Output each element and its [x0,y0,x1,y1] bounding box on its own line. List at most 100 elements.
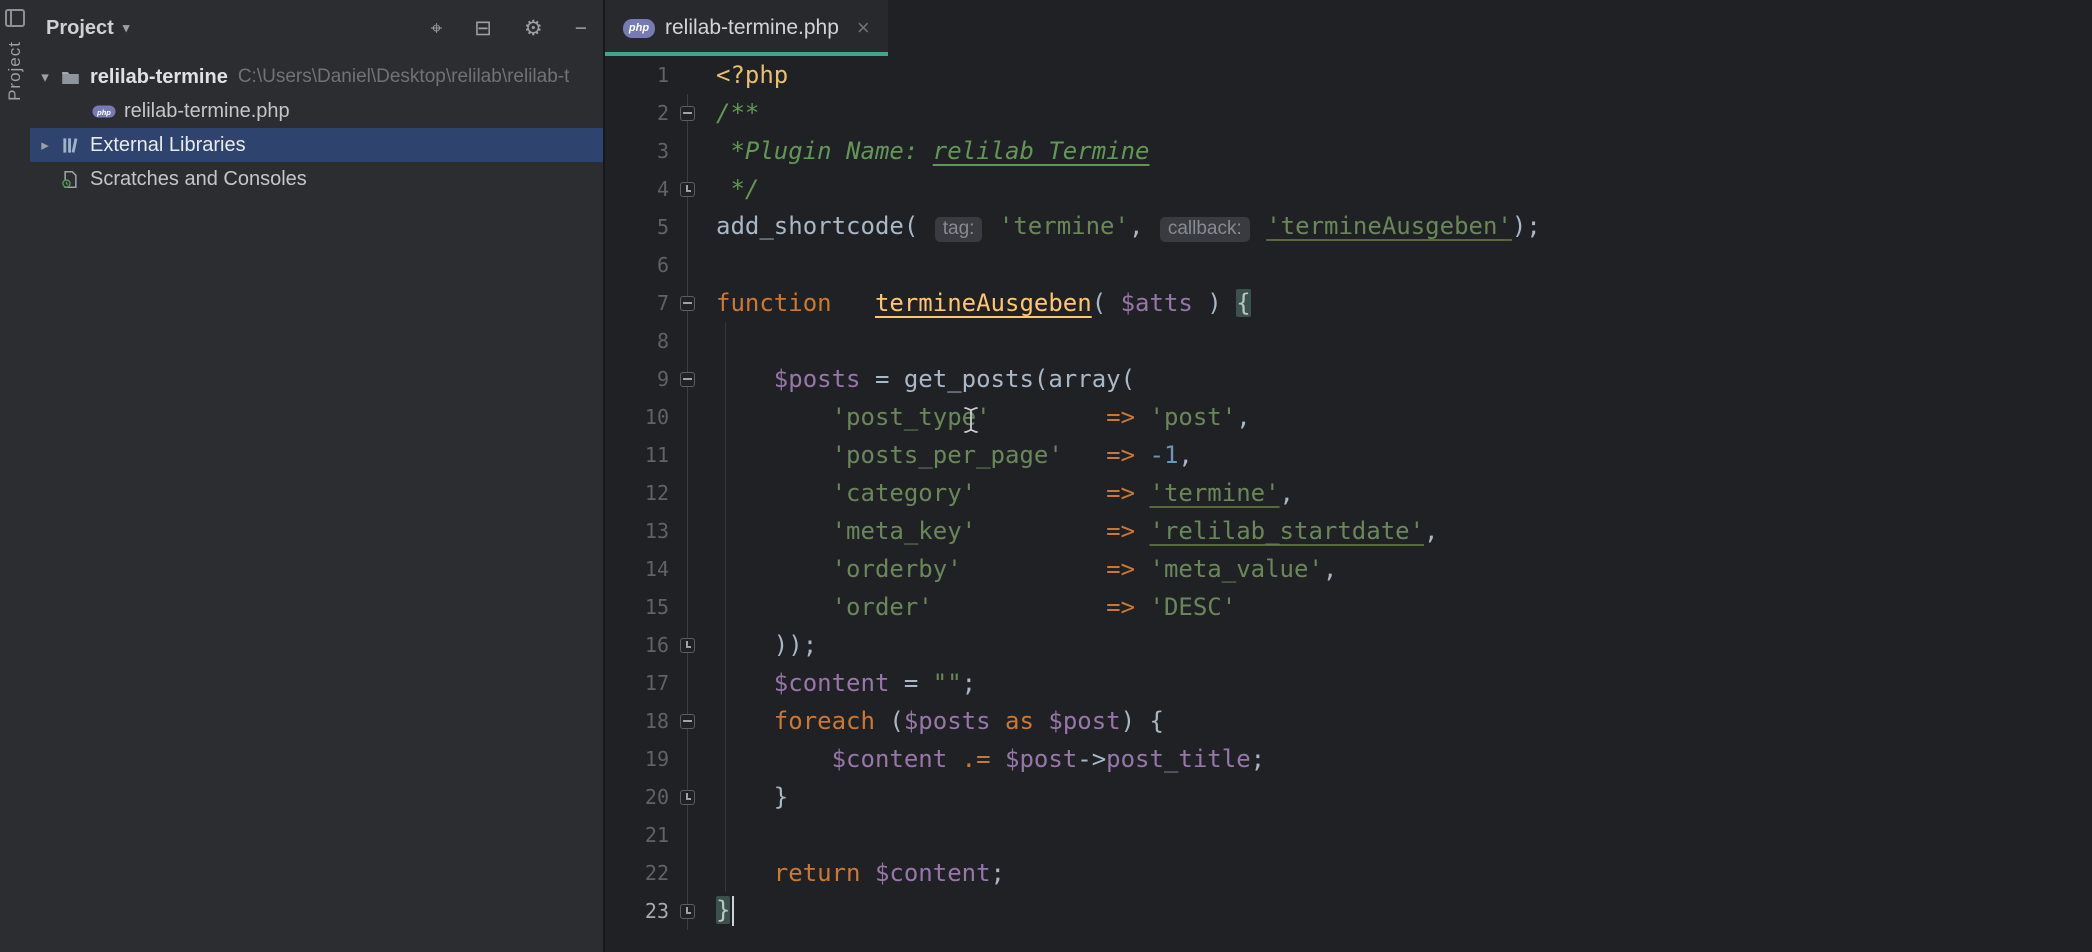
code-line-2: 2 /** [605,94,2092,132]
hide-panel-icon[interactable]: − [575,18,587,39]
line-number: 15 [605,595,669,619]
code-line-14: 14 'orderby' => 'meta_value', [605,550,2092,588]
code-line-23: 23} [605,892,2092,930]
code-line-9: 9 $posts = get_posts(array( [605,360,2092,398]
line-number: 3 [605,139,669,163]
fold-end-icon[interactable] [680,182,695,197]
collapse-all-icon[interactable]: ⊟ [474,18,492,39]
code-line-10: 10 'post_type' => 'post', [605,398,2092,436]
project-stripe-button[interactable]: Project [5,41,25,101]
code-text[interactable]: <?php [716,61,788,89]
tree-item-relilab-termine-php[interactable]: php relilab-termine.php [30,94,603,128]
code-text[interactable]: $posts = get_posts(array( [716,365,1135,393]
svg-text:php: php [96,107,111,116]
project-panel-title-label: Project [46,17,114,40]
line-number: 5 [605,215,669,239]
fold-end-icon[interactable] [680,638,695,653]
code-text[interactable]: add_shortcode( tag: 'termine', callback:… [716,212,1541,242]
code-line-12: 12 'category' => 'termine', [605,474,2092,512]
code-text[interactable]: 'meta_key' => 'relilab_startdate', [716,517,1439,545]
php-file-icon: php [623,19,655,38]
locate-icon[interactable]: ⌖ [430,18,442,39]
fold-end-icon[interactable] [680,904,695,919]
code-line-5: 5 add_shortcode( tag: 'termine', callback… [605,208,2092,246]
tree-item-external-libraries[interactable]: ▸ External Libraries [30,128,603,162]
code-line-3: 3 *Plugin Name: relilab Termine [605,132,2092,170]
code-line-13: 13 'meta_key' => 'relilab_startdate', [605,512,2092,550]
code-line-18: 18 foreach ($posts as $post) { [605,702,2092,740]
fold-collapse-icon[interactable] [680,106,695,121]
code-line-19: 19 $content .= $post->post_title; [605,740,2092,778]
project-panel: Project ▾ ⌖ ⊟ ⚙ − ▾relilab-termineC:\Users\… [30,0,605,952]
gutter-fold-column [669,714,705,729]
code-text[interactable]: /** [716,99,759,127]
library-icon [58,135,82,155]
line-number: 1 [605,63,669,87]
tree-item-label: External Libraries [90,134,246,157]
code-line-17: 17 $content = ""; [605,664,2092,702]
tool-window-stripe: Project [0,0,31,952]
code-text[interactable]: 'order' => 'DESC' [716,593,1236,621]
code-line-4: 4 */ [605,170,2092,208]
tree-item-scratches-and-consoles[interactable]: Scratches and Consoles [30,162,603,196]
chevron-down-icon[interactable]: ▾ [32,68,58,86]
code-editor[interactable]: 1 <?php 2 /** 3 *Plugin Name: relilab Termin… [605,56,2092,952]
line-number: 9 [605,367,669,391]
fold-collapse-icon[interactable] [680,296,695,311]
code-line-1: 1 <?php [605,56,2092,94]
code-text[interactable]: *Plugin Name: relilab Termine [716,137,1150,165]
code-text[interactable]: */ [716,175,759,203]
code-text[interactable]: )); [716,631,817,659]
fold-collapse-icon[interactable] [680,714,695,729]
folder-icon [58,67,82,87]
code-text[interactable]: $content .= $post->post_title; [716,745,1265,773]
tool-window-stripe-icon[interactable] [5,9,25,27]
line-number: 23 [605,899,669,923]
code-text[interactable]: } [716,783,788,811]
tree-item-label: Scratches and Consoles [90,168,307,191]
code-text[interactable]: foreach ($posts as $post) { [716,707,1164,735]
code-text[interactable]: $content = ""; [716,669,976,697]
line-number: 11 [605,443,669,467]
code-text[interactable]: } [716,896,734,926]
chevron-down-icon: ▾ [123,20,130,36]
code-text[interactable]: 'category' => 'termine', [716,479,1294,507]
fold-end-icon[interactable] [680,790,695,805]
project-tree: ▾relilab-termineC:\Users\Daniel\Desktop\… [30,56,603,196]
gutter-fold-column [669,182,705,197]
code-text[interactable]: return $content; [716,859,1005,887]
editor-area: php relilab-termine.php × 1 <?php 2 /** 3 *P… [605,0,2092,952]
line-number: 18 [605,709,669,733]
code-line-11: 11 'posts_per_page' => -1, [605,436,2092,474]
code-text[interactable]: 'posts_per_page' => -1, [716,441,1193,469]
editor-tab-bar: php relilab-termine.php × [605,0,2092,56]
code-line-22: 22 return $content; [605,854,2092,892]
editor-tab[interactable]: php relilab-termine.php × [605,0,888,56]
gutter-fold-column [669,638,705,653]
tree-item-relilab-termine-root[interactable]: ▾relilab-termineC:\Users\Daniel\Desktop\… [30,60,603,94]
line-number: 7 [605,291,669,315]
text-caret [732,896,734,926]
code-text[interactable]: 'orderby' => 'meta_value', [716,555,1337,583]
settings-gear-icon[interactable]: ⚙ [524,18,543,39]
code-text[interactable]: function termineAusgeben( $atts ) { [716,289,1251,317]
chevron-right-icon[interactable]: ▸ [32,136,58,154]
code-line-20: 20 } [605,778,2092,816]
tree-item-label: relilab-termine.php [124,100,290,123]
code-text[interactable]: 'post_type' => 'post', [716,403,1251,431]
line-number: 6 [605,253,669,277]
line-number: 14 [605,557,669,581]
line-number: 16 [605,633,669,657]
code-line-7: 7 function termineAusgeben( $atts ) { [605,284,2092,322]
tree-item-path: C:\Users\Daniel\Desktop\relilab\relilab-… [238,66,570,88]
project-panel-title[interactable]: Project ▾ [46,17,129,40]
line-number: 2 [605,101,669,125]
fold-collapse-icon[interactable] [680,372,695,387]
tab-close-icon[interactable]: × [857,17,870,39]
code-line-15: 15 'order' => 'DESC' [605,588,2092,626]
ide-window: Project Project ▾ ⌖ ⊟ ⚙ − ▾relilab-termineC… [0,0,2092,952]
gutter-fold-column [669,790,705,805]
code-line-21: 21 [605,816,2092,854]
line-number: 22 [605,861,669,885]
line-number: 8 [605,329,669,353]
